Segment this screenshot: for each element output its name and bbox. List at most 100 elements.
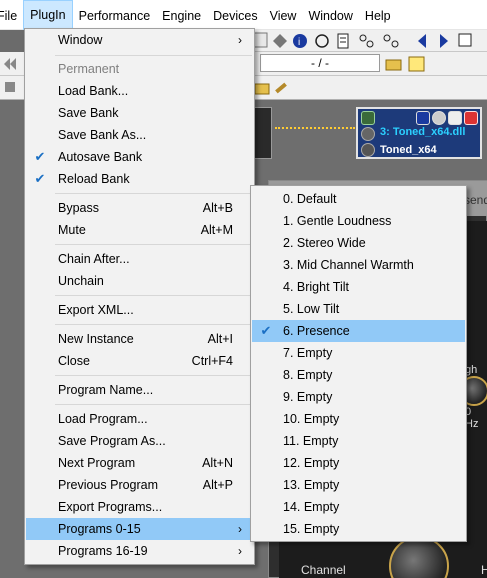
menu-item-shortcut: Alt+I [207,332,233,346]
menu-performance[interactable]: Performance [73,0,157,30]
arrow-left-icon[interactable] [418,34,426,48]
list-icon[interactable] [337,33,349,49]
menu-view[interactable]: View [264,0,303,30]
position-field[interactable]: - / - [260,54,380,72]
diamond-icon[interactable] [273,34,287,48]
menu-item-mute[interactable]: Mute Alt+M [26,219,253,241]
menu-window[interactable]: Window [302,0,358,30]
program-item[interactable]: 4. Bright Tilt [252,276,465,298]
menu-help[interactable]: Help [359,0,397,30]
clock-icon[interactable] [315,34,329,48]
menu-separator [55,244,252,245]
stop-icon[interactable] [3,80,19,96]
menu-item-shortcut: Alt+B [202,201,233,215]
program-item[interactable]: 11. Empty [252,430,465,452]
menu-item-label: Chain After... [58,252,130,266]
program-item[interactable]: 7. Empty [252,342,465,364]
program-item[interactable]: 5. Low Tilt [252,298,465,320]
channel-label: Channel [301,563,346,577]
menu-file[interactable]: File [0,0,23,30]
plugin-editor-header-text: send [464,193,487,207]
save-program-icon[interactable] [408,55,426,73]
plugin-gear-icon[interactable] [361,111,375,125]
menu-item-label: Permanent [58,62,120,76]
menu-item-shortcut: Alt+M [200,223,233,237]
menu-item-label: Export Programs... [58,500,163,514]
menu-item-close[interactable]: Close Ctrl+F4 [26,350,253,372]
rewind-icon[interactable] [2,54,22,74]
svg-text:i: i [298,37,300,48]
menu-item-permanent: Permanent [26,58,253,80]
chain-icon[interactable] [359,34,374,48]
plugin-info-icon[interactable] [416,111,430,125]
arrow-right-icon[interactable] [440,34,448,48]
window-list-icon[interactable] [458,33,472,47]
folder-open-icon[interactable] [385,55,403,73]
menu-separator [55,324,252,325]
programs-submenu: 0. Default 1. Gentle Loudness 2. Stereo … [250,185,467,542]
menu-item-label: Save Bank As... [58,128,147,142]
program-item[interactable]: 1. Gentle Loudness [252,210,465,232]
menu-separator [55,55,252,56]
menu-item-program-name[interactable]: Program Name... [26,379,253,401]
menu-devices[interactable]: Devices [207,0,263,30]
h-label: H [481,563,487,577]
menu-item-load-program[interactable]: Load Program... [26,408,253,430]
plugin-list-icon[interactable] [448,111,462,125]
program-item-label: 4. Bright Tilt [283,280,349,294]
program-item[interactable]: 13. Empty [252,474,465,496]
menu-item-label: Load Program... [58,412,148,426]
plugin-close-icon[interactable] [464,111,478,125]
menu-item-save-program-as[interactable]: Save Program As... [26,430,253,452]
menu-item-new-instance[interactable]: New Instance Alt+I [26,328,253,350]
menu-item-label: Programs 0-15 [58,522,141,536]
menu-separator [55,295,252,296]
plugin-node[interactable]: 3: Toned_x64.dll Toned_x64 [356,107,482,159]
plugin-menu: Window › Permanent Load Bank... Save Ban… [24,28,255,565]
program-item[interactable]: 10. Empty [252,408,465,430]
wrench-icon[interactable] [272,79,290,97]
program-item[interactable]: 9. Empty [252,386,465,408]
menu-item-save-bank[interactable]: Save Bank [26,102,253,124]
program-item[interactable]: 12. Empty [252,452,465,474]
program-item[interactable]: 3. Mid Channel Warmth [252,254,465,276]
plugin-edit-icon[interactable] [361,127,375,141]
menu-item-bypass[interactable]: Bypass Alt+B [26,197,253,219]
menu-plugin[interactable]: PlugIn [23,0,73,30]
program-item[interactable]: 8. Empty [252,364,465,386]
folder-icon[interactable] [254,79,272,97]
menu-item-previous-program[interactable]: Previous Program Alt+P [26,474,253,496]
menu-item-reload-bank[interactable]: ✔ Reload Bank [26,168,253,190]
program-item[interactable]: 15. Empty [252,518,465,540]
menu-item-label: Close [58,354,90,368]
menu-item-programs-16-19[interactable]: Programs 16-19 › [26,540,253,562]
menu-item-shortcut: Ctrl+F4 [191,354,233,368]
plugin-node-title: 3: Toned_x64.dll [380,126,466,138]
menu-engine[interactable]: Engine [156,0,207,30]
menu-item-save-bank-as[interactable]: Save Bank As... [26,124,253,146]
menu-item-programs-0-15[interactable]: Programs 0-15 › [26,518,253,540]
program-item-selected[interactable]: ✔ 6. Presence [252,320,465,342]
program-item[interactable]: 14. Empty [252,496,465,518]
menu-item-export-xml[interactable]: Export XML... [26,299,253,321]
program-item-label: 7. Empty [283,346,333,360]
menu-item-unchain[interactable]: Unchain [26,270,253,292]
menu-item-autosave-bank[interactable]: ✔ Autosave Bank [26,146,253,168]
submenu-arrow-icon: › [238,33,242,47]
record-icon[interactable] [252,32,268,48]
program-item[interactable]: 2. Stereo Wide [252,232,465,254]
program-item-label: 9. Empty [283,390,333,404]
plugin-clock-icon[interactable] [432,111,446,125]
info-icon[interactable]: i [293,34,307,48]
unchain-icon[interactable] [383,34,399,48]
plugin-mute-icon[interactable] [361,143,375,157]
menu-item-load-bank[interactable]: Load Bank... [26,80,253,102]
menu-item-export-programs[interactable]: Export Programs... [26,496,253,518]
menu-item-label: Previous Program [58,478,159,492]
program-item[interactable]: 0. Default [252,188,465,210]
menu-item-chain-after[interactable]: Chain After... [26,248,253,270]
node-connection [275,127,355,129]
menu-item-label: Next Program [58,456,136,470]
menu-item-next-program[interactable]: Next Program Alt+N [26,452,253,474]
menu-item-window[interactable]: Window › [26,29,253,51]
